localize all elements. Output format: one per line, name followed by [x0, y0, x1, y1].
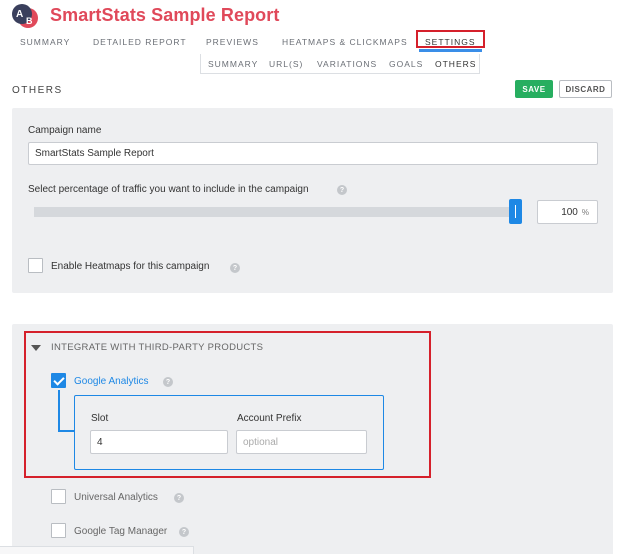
- subnav-urls[interactable]: URL(S): [269, 59, 303, 69]
- traffic-slider-handle[interactable]: [509, 199, 522, 224]
- google-tag-manager-label: Google Tag Manager: [74, 526, 168, 537]
- help-icon[interactable]: ?: [230, 263, 240, 273]
- svg-text:B: B: [26, 16, 33, 26]
- save-button[interactable]: SAVE: [515, 80, 553, 98]
- subnav-goals[interactable]: GOALS: [389, 59, 423, 69]
- percent-unit: %: [581, 207, 589, 217]
- discard-button[interactable]: DISCARD: [559, 80, 612, 98]
- nav-summary[interactable]: SUMMARY: [20, 37, 70, 47]
- universal-analytics-checkbox[interactable]: [51, 489, 66, 504]
- subnav-summary[interactable]: SUMMARY: [208, 59, 258, 69]
- traffic-slider-fill: [34, 207, 514, 217]
- google-tag-manager-checkbox[interactable]: [51, 523, 66, 538]
- subnav-variations[interactable]: VARIATIONS: [317, 59, 377, 69]
- help-icon[interactable]: ?: [179, 527, 189, 537]
- nav-previews[interactable]: PREVIEWS: [206, 37, 259, 47]
- section-heading: OTHERS: [12, 85, 63, 96]
- heatmaps-checkbox[interactable]: [28, 258, 43, 273]
- ab-logo: A B: [11, 3, 39, 29]
- main-nav: SUMMARY DETAILED REPORT PREVIEWS HEATMAP…: [0, 34, 620, 52]
- traffic-percent-value: 100: [561, 206, 578, 218]
- traffic-percent-input[interactable]: 100 %: [537, 200, 598, 224]
- campaign-name-label: Campaign name: [28, 125, 102, 136]
- nav-heatmaps-clickmaps[interactable]: HEATMAPS & CLICKMAPS: [282, 37, 408, 47]
- svg-text:A: A: [16, 9, 23, 20]
- sub-nav: SUMMARY URL(S) VARIATIONS GOALS OTHERS: [200, 54, 480, 74]
- integrations-highlight-box: [24, 331, 431, 478]
- heatmaps-label: Enable Heatmaps for this campaign: [51, 261, 210, 272]
- subnav-others[interactable]: OTHERS: [435, 59, 476, 69]
- traffic-label: Select percentage of traffic you want to…: [28, 184, 309, 195]
- campaign-name-input[interactable]: SmartStats Sample Report: [28, 142, 598, 165]
- active-tab-indicator: [419, 49, 482, 52]
- settings-highlight-box: [416, 30, 485, 48]
- bottom-panel-edge: [0, 546, 194, 554]
- help-icon[interactable]: ?: [174, 493, 184, 503]
- app-title: SmartStats Sample Report: [50, 5, 280, 25]
- universal-analytics-label: Universal Analytics: [74, 492, 158, 503]
- help-icon[interactable]: ?: [337, 185, 347, 195]
- nav-detailed-report[interactable]: DETAILED REPORT: [93, 37, 187, 47]
- traffic-slider-track[interactable]: [34, 207, 514, 217]
